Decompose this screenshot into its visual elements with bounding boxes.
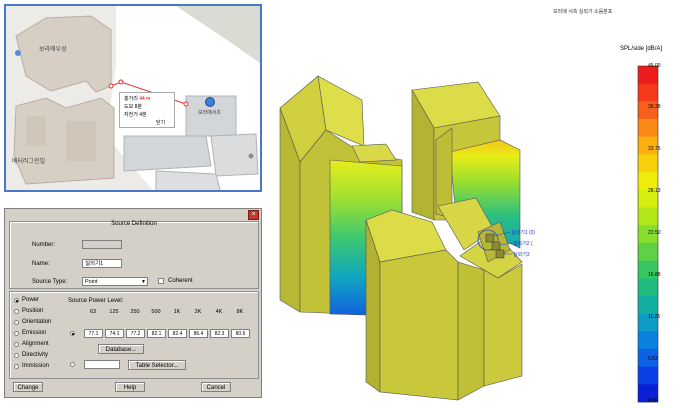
- colorbar-tick: 33.75: [648, 146, 661, 152]
- colorbar-segment: [638, 331, 658, 350]
- colorbar-tick: 22.50: [648, 230, 661, 236]
- colorbar-tick: 16.88: [648, 272, 661, 278]
- colorbar-segment: [638, 119, 658, 138]
- colorbar-tick: 28.13: [648, 188, 661, 194]
- 3d-view[interactable]: 실외기1 (0) 실외기2 ( 실외기3: [0, 0, 674, 408]
- colorbar-segment: [638, 242, 658, 261]
- colorbar-tick: 39.38: [648, 104, 661, 110]
- colorbar-segment: [638, 295, 658, 314]
- colorbar-title: SPL/side [dB/A]: [620, 46, 663, 52]
- colorbar-tick: 11.25: [648, 314, 661, 320]
- colorbar-segment: [638, 83, 658, 102]
- colorbar-segment: [638, 154, 658, 173]
- colorbar-tick: 45.00: [648, 63, 661, 69]
- colorbar-segment: [638, 366, 658, 385]
- building-front: [365, 197, 523, 401]
- annotation-label: 실외기3: [513, 251, 530, 258]
- colorbar-tick: 0.00: [648, 398, 658, 404]
- colorbar-segment: [638, 207, 658, 226]
- colorbar-segment: [638, 278, 658, 297]
- annotation-label: 실외기1 (0): [511, 229, 535, 236]
- colorbar-tick: 5.63: [648, 356, 658, 362]
- annotation-label: 실외기2 (: [513, 240, 533, 247]
